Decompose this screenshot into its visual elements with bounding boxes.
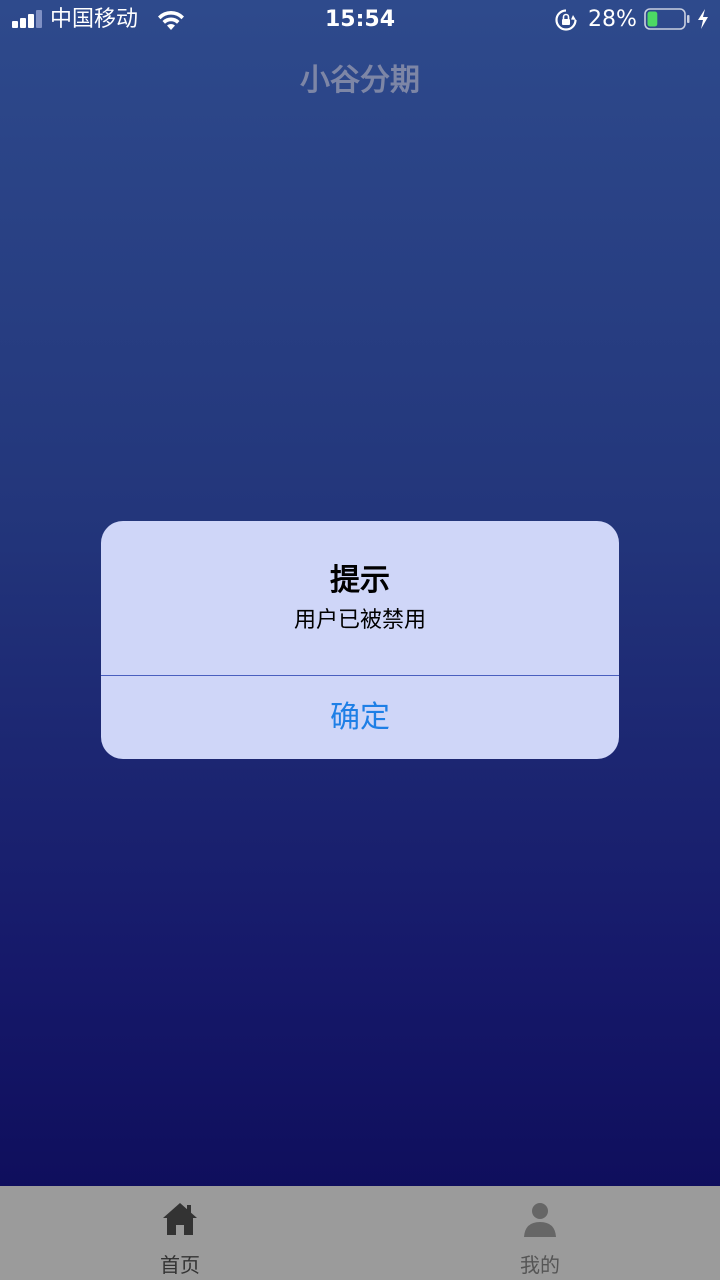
page-title: 小谷分期 [300,63,420,98]
alert-dialog: 提示 用户已被禁用 确定 [101,521,619,759]
status-bar: 中国移动 15:54 28% [0,0,720,40]
home-icon [163,1203,197,1235]
battery-icon [644,8,690,30]
tab-home[interactable]: 首页 [0,1186,360,1280]
charging-bolt-icon [698,9,708,29]
person-icon [524,1203,556,1237]
tab-home-label: 首页 [160,1253,200,1277]
tab-bar: 首页 我的 [0,1186,720,1280]
tab-mine-label: 我的 [520,1253,560,1277]
dialog-title: 提示 [330,563,390,598]
battery-percentage: 28% [588,7,637,32]
dialog-message: 用户已被禁用 [293,608,426,633]
rotation-lock-icon [555,9,577,31]
tab-mine[interactable]: 我的 [360,1186,720,1280]
confirm-button[interactable]: 确定 [101,676,619,759]
